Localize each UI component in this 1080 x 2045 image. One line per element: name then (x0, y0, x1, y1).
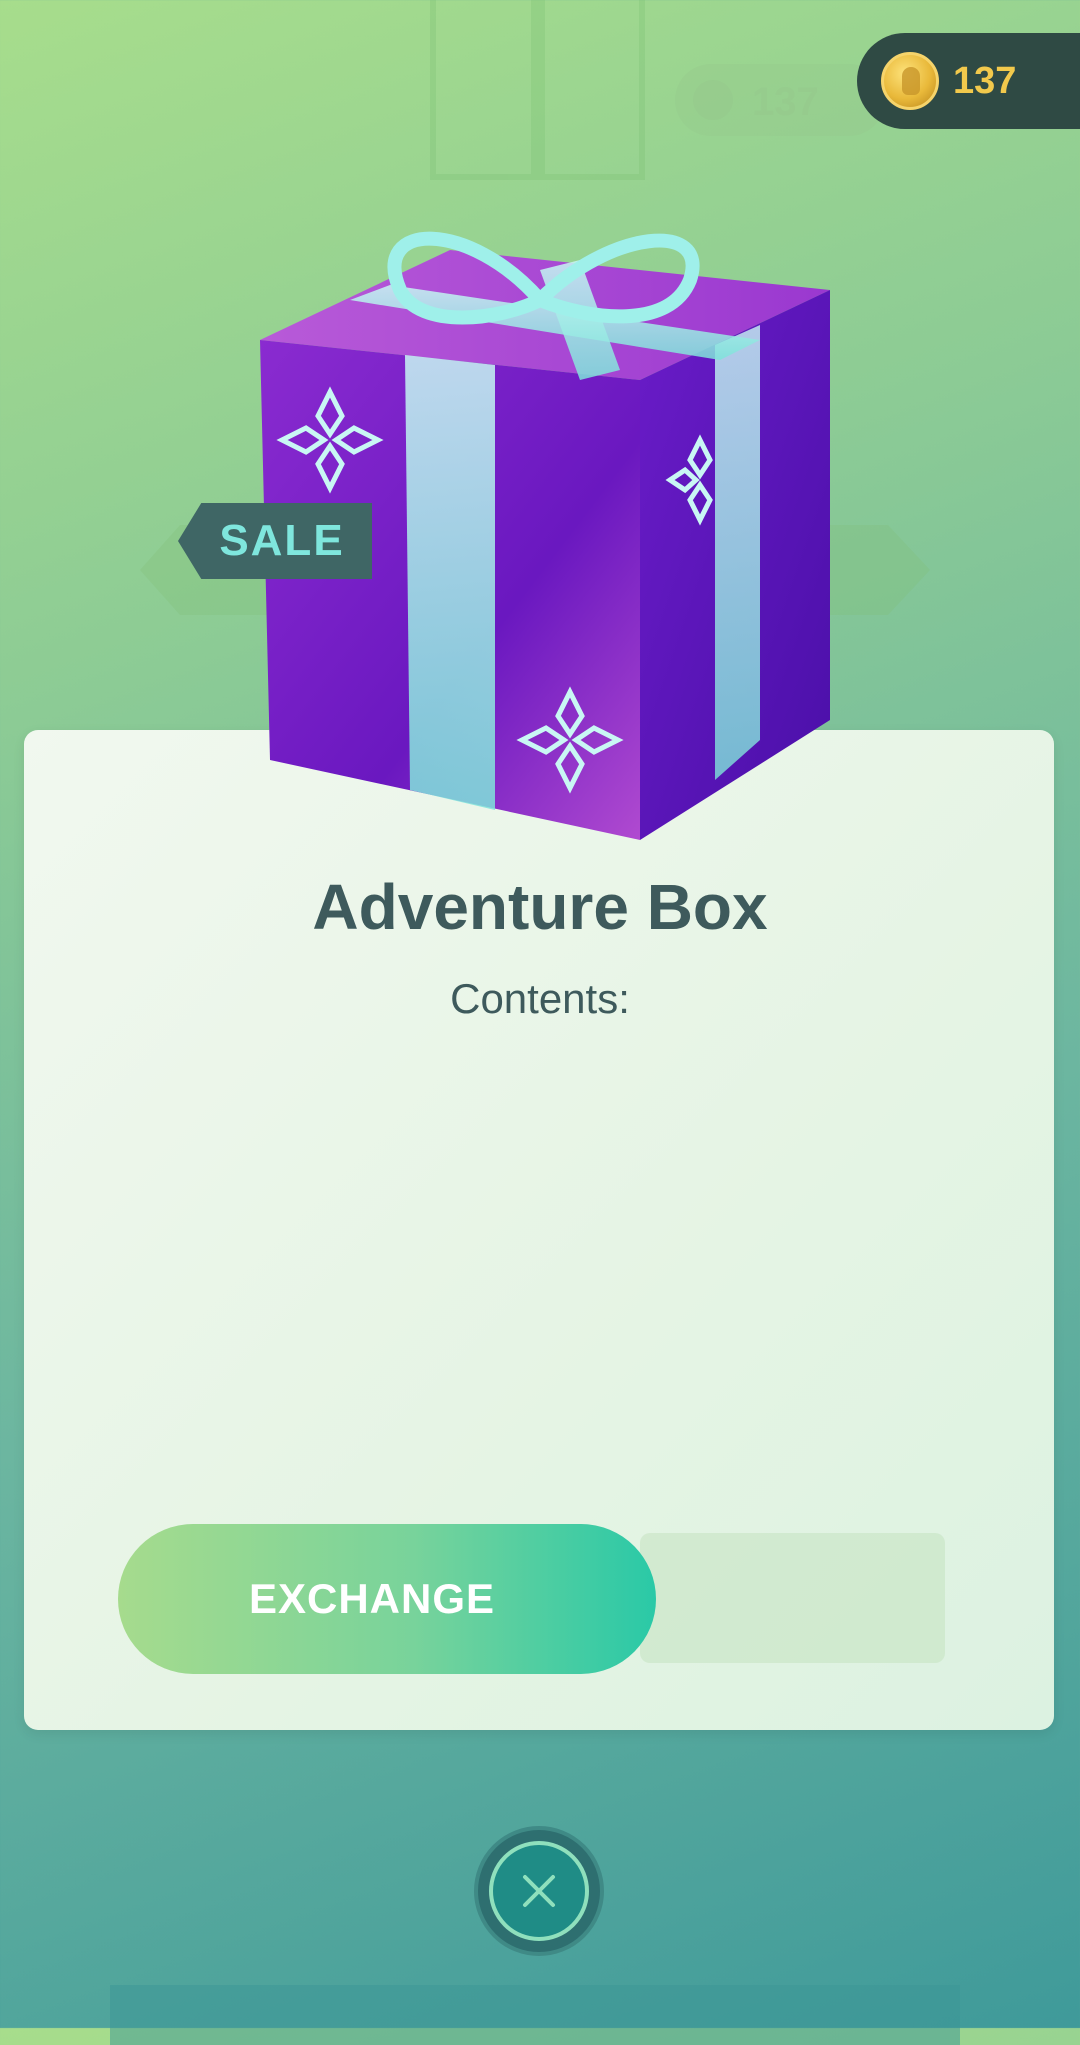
contents-label: Contents: (450, 975, 630, 1022)
exchange-button-label: EXCHANGE (248, 1575, 496, 1622)
background-bottom-bar (110, 1985, 960, 2045)
background-coin-amount: 137 (752, 80, 819, 124)
pokecoin-icon (881, 52, 939, 110)
close-icon (489, 1841, 589, 1941)
sale-badge-label: SALE (219, 516, 345, 565)
background-gift-icon (430, 0, 645, 180)
coin-counter: 137 (857, 33, 1080, 129)
item-title: Adventure Box (312, 871, 768, 943)
sale-badge: SALE (178, 503, 372, 579)
close-button[interactable] (474, 1826, 604, 1956)
exchange-track (640, 1533, 945, 1663)
coin-amount: 137 (953, 59, 1017, 102)
background-coin-icon (693, 80, 733, 120)
exchange-button[interactable]: EXCHANGE (118, 1524, 656, 1674)
